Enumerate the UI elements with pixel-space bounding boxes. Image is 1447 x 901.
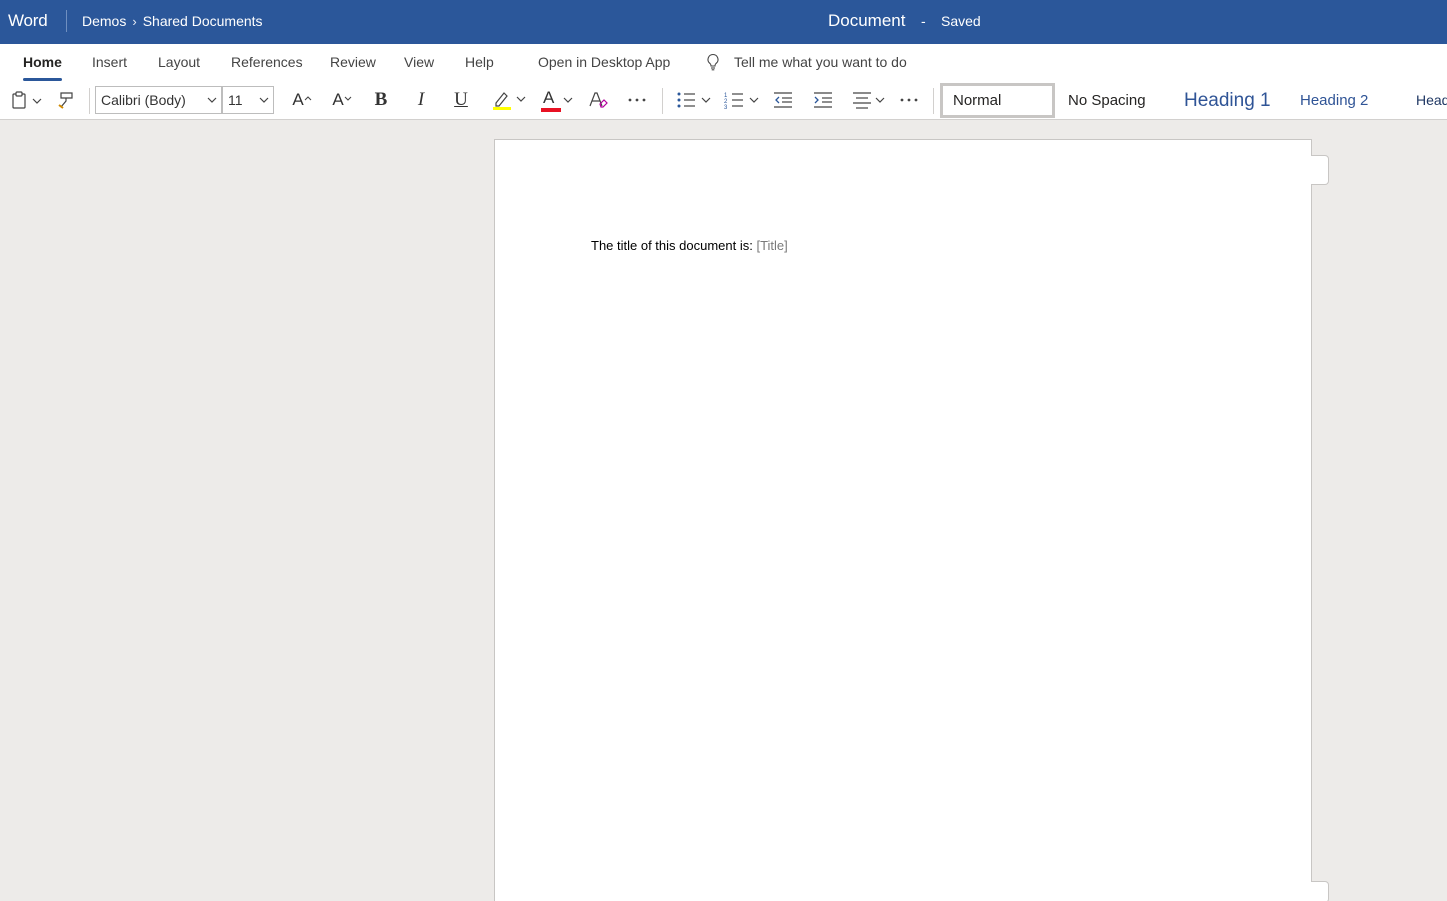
increase-indent-button[interactable] (811, 82, 835, 118)
more-icon (628, 98, 646, 102)
style-heading-2[interactable]: Heading 2 (1300, 83, 1368, 118)
chevron-right-icon: › (132, 13, 137, 29)
underline-icon: U (454, 89, 468, 110)
save-status[interactable]: Saved (941, 13, 981, 29)
tab-insert[interactable]: Insert (92, 54, 127, 70)
bold-icon: B (374, 89, 388, 110)
more-font-options-button[interactable] (625, 82, 649, 118)
italic-button[interactable]: I (409, 82, 433, 118)
align-icon (853, 92, 885, 109)
more-icon (900, 98, 918, 102)
ribbon-divider (89, 88, 90, 114)
font-color-icon: A (540, 87, 562, 113)
style-normal[interactable]: Normal (940, 83, 1055, 118)
style-heading-1[interactable]: Heading 1 (1184, 81, 1271, 116)
paragraph-text: The title of this document is: (591, 238, 757, 253)
shrink-font-icon: A (332, 90, 344, 109)
underline-button[interactable]: U (449, 82, 473, 118)
title-separator (66, 10, 67, 32)
font-name-dropdown[interactable]: Calibri (Body) (95, 86, 222, 114)
chevron-down-icon (259, 97, 269, 103)
ribbon-tabs: Home Insert Layout References Review Vie… (0, 44, 1447, 82)
caret-up-icon (304, 96, 312, 101)
shrink-font-button[interactable]: A (328, 82, 356, 118)
breadcrumb-item-shared-documents[interactable]: Shared Documents (143, 13, 263, 29)
font-size-value: 11 (228, 92, 243, 108)
title-dash: - (921, 13, 926, 29)
format-painter-button[interactable] (55, 82, 79, 118)
decrease-indent-icon (774, 92, 792, 108)
document-page[interactable]: The title of this document is: [Title] (494, 139, 1312, 901)
comment-margin-tab[interactable] (1311, 881, 1329, 901)
breadcrumb-item-demos[interactable]: Demos (82, 13, 126, 29)
font-size-dropdown[interactable]: 11 (222, 86, 274, 114)
ribbon-divider (933, 88, 934, 114)
font-color-button[interactable]: A (538, 82, 576, 118)
svg-text:3: 3 (724, 105, 728, 110)
chevron-down-icon (563, 97, 573, 103)
tab-view[interactable]: View (404, 54, 434, 70)
tab-home[interactable]: Home (23, 54, 62, 81)
title-bar: Word Demos › Shared Documents Document -… (0, 0, 1447, 44)
breadcrumb: Demos › Shared Documents (82, 13, 263, 29)
highlight-color-button[interactable] (490, 82, 528, 118)
clear-formatting-button[interactable] (586, 82, 610, 118)
highlighter-icon (493, 92, 526, 110)
lightbulb-icon (707, 53, 719, 71)
clear-formatting-icon (589, 92, 608, 108)
tab-review[interactable]: Review (330, 54, 376, 70)
paste-button[interactable] (9, 82, 43, 118)
tab-help[interactable]: Help (465, 54, 494, 70)
decrease-indent-button[interactable] (771, 82, 795, 118)
app-name[interactable]: Word (8, 11, 48, 31)
ribbon-divider (662, 88, 663, 114)
styles-gallery: Normal No Spacing Heading 1 Heading 2 He… (939, 83, 1447, 118)
paste-icon (12, 91, 42, 109)
open-in-desktop-app-button[interactable]: Open in Desktop App (538, 54, 670, 70)
document-title[interactable]: Document (828, 11, 905, 31)
tab-layout[interactable]: Layout (158, 54, 200, 70)
increase-indent-icon (814, 92, 832, 108)
document-paragraph[interactable]: The title of this document is: [Title] (591, 238, 788, 253)
style-no-spacing[interactable]: No Spacing (1068, 83, 1146, 118)
chevron-down-icon (207, 97, 217, 103)
numbering-button[interactable]: 1 2 3 (723, 82, 761, 118)
numbering-icon: 1 2 3 (724, 93, 759, 110)
caret-down-icon (344, 96, 352, 101)
bullets-icon (677, 92, 711, 108)
title-placeholder-field[interactable]: [Title] (756, 238, 787, 253)
format-painter-icon (58, 92, 73, 109)
tab-references[interactable]: References (231, 54, 303, 70)
italic-icon: I (417, 89, 425, 110)
paragraph-align-button[interactable] (851, 82, 889, 118)
more-paragraph-options-button[interactable] (897, 82, 921, 118)
tell-me-search[interactable]: Tell me what you want to do (734, 54, 907, 70)
style-heading-3[interactable]: Heading 3 (1416, 83, 1447, 118)
comment-margin-tab[interactable] (1311, 155, 1329, 185)
bullets-button[interactable] (675, 82, 713, 118)
font-name-value: Calibri (Body) (101, 92, 186, 108)
bold-button[interactable]: B (369, 82, 393, 118)
grow-font-icon: A (292, 90, 304, 109)
grow-font-button[interactable]: A (288, 82, 316, 118)
